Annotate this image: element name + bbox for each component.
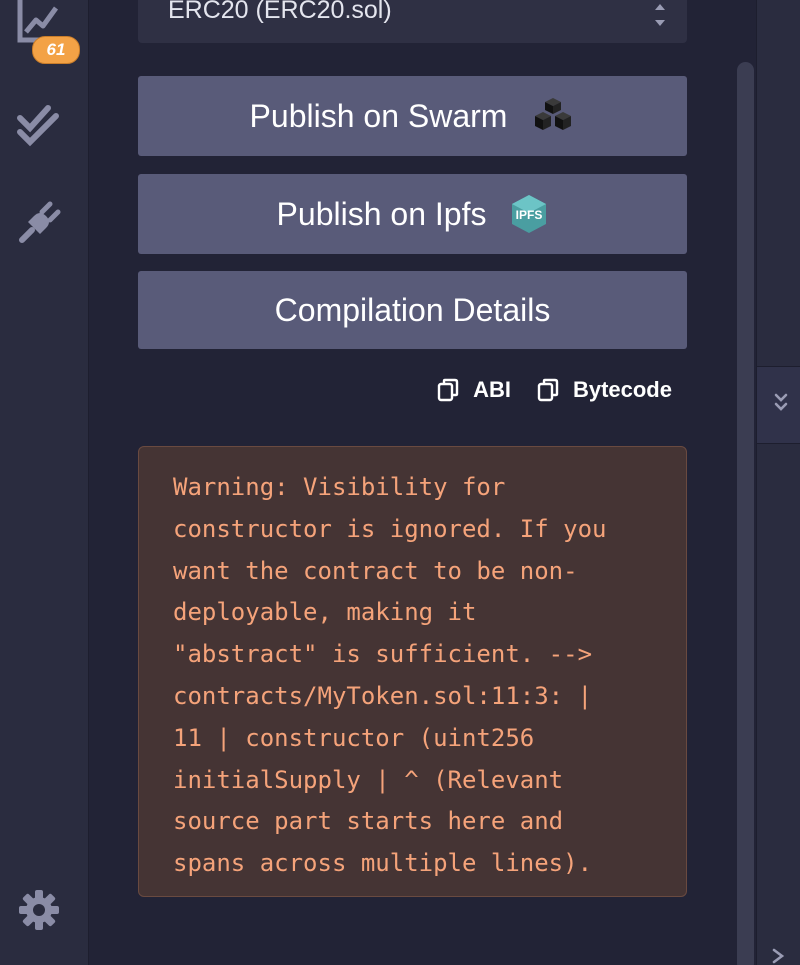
warning-line: "abstract" is sufficient. --> — [173, 640, 593, 669]
publish-ipfs-button[interactable]: Publish on Ipfs IPFS — [138, 174, 687, 254]
double-chevron-down-icon — [774, 393, 788, 411]
publish-ipfs-label: Publish on Ipfs — [276, 195, 487, 232]
swarm-cubes-icon — [531, 94, 575, 138]
contract-select-value: ERC20 (ERC20.sol) — [168, 0, 392, 24]
scrollbar-thumb[interactable] — [737, 62, 754, 965]
warning-line: constructor is ignored. If you — [173, 514, 607, 543]
analysis-badge: 61 — [32, 36, 80, 64]
copy-bytecode-label: Bytecode — [572, 377, 672, 402]
compiler-warning: Warning: Visibility for constructor is i… — [138, 446, 687, 897]
copy-icon — [537, 378, 559, 402]
right-panel-strip — [756, 0, 800, 965]
warning-line: Warning: Visibility for — [173, 473, 506, 501]
select-arrows-icon — [655, 4, 665, 26]
publish-swarm-button[interactable]: Publish on Swarm — [138, 76, 687, 156]
chevron-right-icon[interactable] — [771, 948, 785, 965]
double-check-icon[interactable] — [16, 102, 62, 148]
plug-icon[interactable] — [16, 200, 62, 246]
copy-bytecode-button[interactable]: Bytecode — [537, 377, 672, 403]
copy-actions: ABI Bytecode — [437, 372, 672, 408]
remix-compiler-view: 61 ERC20 (ERC20.sol) Publish on Swarm Pu… — [0, 0, 800, 965]
icon-sidebar: 61 — [0, 0, 89, 965]
panel-scrollbar[interactable] — [736, 0, 756, 965]
warning-line: 11 | constructor (uint256 — [173, 723, 535, 752]
ipfs-logo-text: IPFS — [516, 208, 543, 222]
compilation-details-label: Compilation Details — [274, 291, 551, 328]
warning-line: want the contract to be non- — [173, 556, 578, 585]
expand-terminal-button[interactable] — [757, 366, 800, 444]
contract-select[interactable]: ERC20 (ERC20.sol) — [138, 0, 687, 43]
copy-icon — [437, 378, 459, 402]
warning-line: contracts/MyToken.sol:11:3: | — [173, 681, 593, 710]
warning-line: source part starts here and — [173, 807, 564, 836]
compilation-details-button[interactable]: Compilation Details — [138, 271, 687, 349]
warning-line: spans across multiple lines). — [173, 849, 593, 878]
publish-swarm-label: Publish on Swarm — [249, 97, 508, 134]
copy-abi-button[interactable]: ABI — [437, 377, 511, 403]
warning-line: initialSupply | ^ (Relevant — [173, 765, 564, 794]
ipfs-logo-icon: IPFS — [510, 193, 548, 235]
warning-line: deployable, making it — [173, 598, 477, 627]
compiler-panel: ERC20 (ERC20.sol) Publish on Swarm Publi… — [89, 0, 736, 965]
gear-icon[interactable] — [17, 888, 61, 932]
copy-abi-label: ABI — [473, 377, 511, 402]
